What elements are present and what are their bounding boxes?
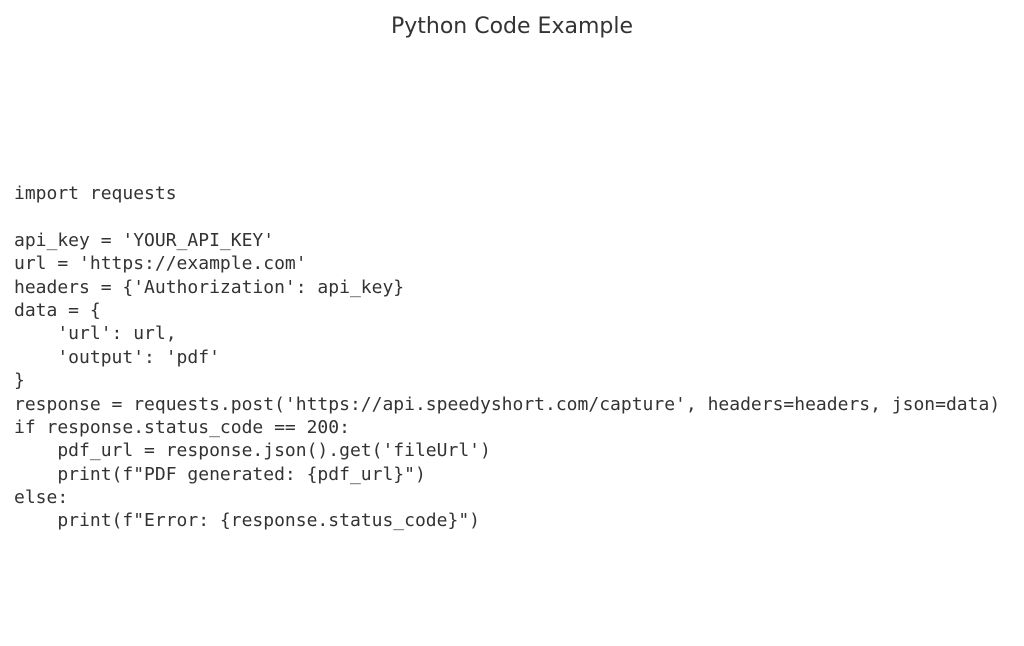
page-title: Python Code Example: [0, 14, 1024, 39]
code-snippet: import requests api_key = 'YOUR_API_KEY'…: [14, 182, 1000, 533]
